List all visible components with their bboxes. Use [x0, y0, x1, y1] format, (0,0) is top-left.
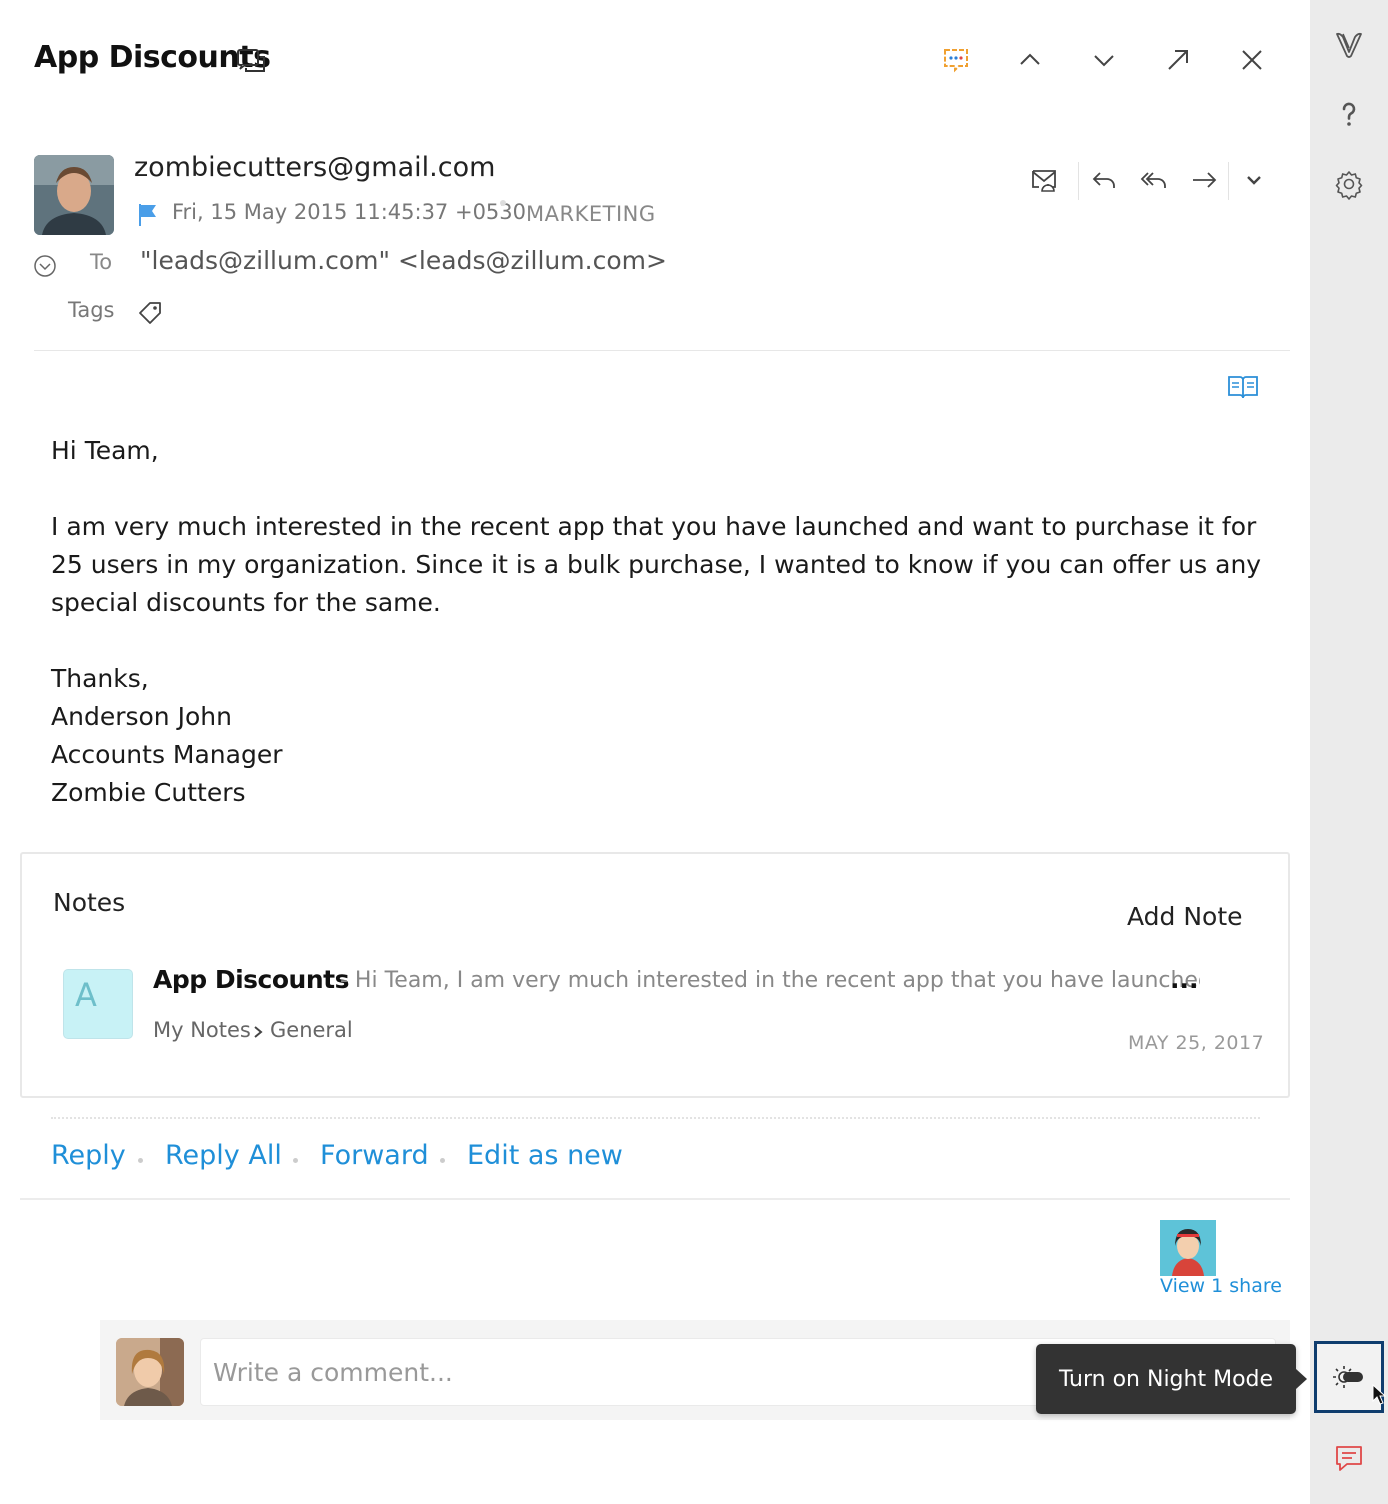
- note-avatar: A: [63, 969, 133, 1039]
- separator-dot: [440, 1158, 445, 1163]
- note-snippet[interactable]: - Hi Team, I am very much interested in …: [340, 968, 1200, 993]
- view-shares-link[interactable]: View 1 share: [1160, 1275, 1282, 1297]
- current-user-avatar: [116, 1338, 184, 1406]
- more-actions-chevron-icon[interactable]: [1234, 160, 1274, 200]
- dotted-divider: [51, 1117, 1260, 1119]
- night-mode-tooltip: Turn on Night Mode: [1036, 1344, 1307, 1414]
- add-note-button[interactable]: Add Note: [1127, 902, 1243, 931]
- mail-date: Fri, 15 May 2015 11:45:37 +0530: [172, 200, 527, 224]
- folder-label[interactable]: MARKETING: [526, 202, 656, 226]
- note-ellipsis: ...: [1170, 965, 1199, 994]
- help-icon[interactable]: [1316, 84, 1382, 144]
- to-label: To: [90, 250, 113, 274]
- reply-link[interactable]: Reply: [51, 1140, 126, 1171]
- body-paragraph: I am very much interested in the recent …: [51, 512, 1262, 617]
- conversation-icon[interactable]: [236, 46, 268, 76]
- sender-avatar[interactable]: [34, 155, 114, 235]
- settings-gear-icon[interactable]: [1316, 154, 1382, 214]
- reading-mode-icon[interactable]: [1226, 372, 1260, 402]
- forward-link[interactable]: Forward: [320, 1140, 429, 1171]
- sender-email[interactable]: zombiecutters@gmail.com: [134, 152, 495, 183]
- signature: Thanks, Anderson John Accounts Manager Z…: [51, 660, 1271, 812]
- chevron-down-icon[interactable]: [1084, 40, 1124, 80]
- reply-all-link[interactable]: Reply All: [165, 1140, 282, 1171]
- divider: [1228, 162, 1229, 200]
- separator-dot: [500, 200, 506, 206]
- reply-all-icon[interactable]: [1134, 160, 1174, 200]
- vision-logo-icon[interactable]: [1316, 14, 1382, 74]
- mail-view-pane: App Discounts zombiecutters@gmail.com Fr…: [0, 0, 1310, 1504]
- signature-line: Thanks,: [51, 664, 149, 693]
- actions-divider: [20, 1198, 1290, 1200]
- expand-recipients-icon[interactable]: [33, 254, 57, 278]
- to-recipient[interactable]: "leads@zillum.com" <leads@zillum.com>: [140, 246, 667, 275]
- separator-dot: [293, 1158, 298, 1163]
- shared-user-avatar[interactable]: [1160, 1220, 1216, 1276]
- divider: [1078, 162, 1079, 200]
- mouse-cursor-icon: [1372, 1383, 1387, 1406]
- chat-icon[interactable]: [936, 40, 976, 80]
- reply-icon[interactable]: [1084, 160, 1124, 200]
- tag-icon[interactable]: [137, 300, 163, 326]
- flag-icon[interactable]: [136, 202, 160, 226]
- notes-panel: Notes Add Note A App Discounts - Hi Team…: [20, 852, 1290, 1098]
- signature-line: Anderson John: [51, 702, 232, 731]
- expand-arrow-icon[interactable]: [1158, 40, 1198, 80]
- tags-label: Tags: [68, 298, 115, 322]
- close-icon[interactable]: [1232, 40, 1272, 80]
- body-greeting: Hi Team,: [51, 436, 159, 465]
- chevron-up-icon[interactable]: [1010, 40, 1050, 80]
- forward-icon[interactable]: [1184, 160, 1224, 200]
- separator-dot: [138, 1158, 143, 1163]
- note-title[interactable]: App Discounts: [153, 965, 349, 994]
- note-path-root[interactable]: My Notes: [153, 1018, 251, 1042]
- note-path-folder[interactable]: General: [270, 1018, 353, 1042]
- edit-as-new-link[interactable]: Edit as new: [467, 1140, 623, 1171]
- signature-line: Zombie Cutters: [51, 778, 246, 807]
- note-date: MAY 25, 2017: [1128, 1032, 1265, 1054]
- chevron-right-icon: [250, 1022, 266, 1042]
- mail-subject: App Discounts: [34, 40, 271, 75]
- reminder-icon[interactable]: [1024, 160, 1064, 200]
- comments-panel-icon[interactable]: [1316, 1428, 1382, 1488]
- right-rail: [1310, 0, 1388, 1504]
- signature-line: Accounts Manager: [51, 740, 283, 769]
- notes-title: Notes: [53, 888, 126, 917]
- header-divider: [34, 350, 1290, 351]
- mail-body: Hi Team, I am very much interested in th…: [51, 432, 1271, 812]
